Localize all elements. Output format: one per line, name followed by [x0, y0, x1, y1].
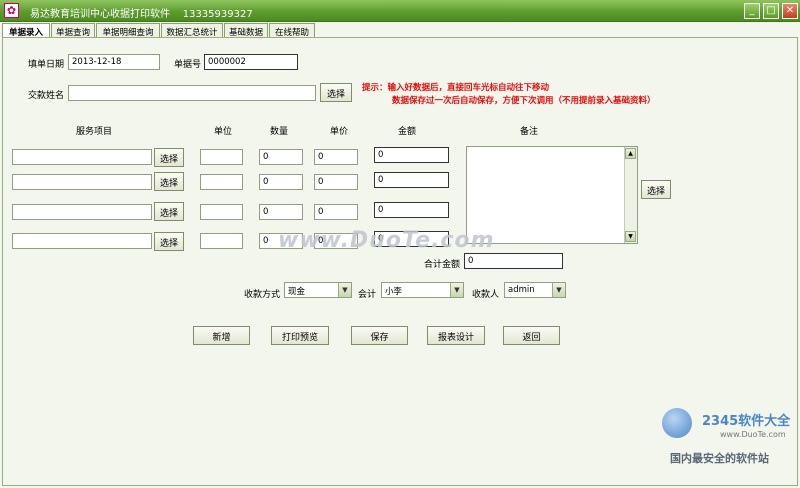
- payer-input[interactable]: [68, 85, 316, 101]
- logo-sub-text: www.DuoTe.com: [720, 430, 786, 439]
- maximize-button[interactable]: □: [763, 3, 779, 19]
- row3-amount-input[interactable]: 0: [374, 202, 449, 218]
- back-button[interactable]: 返回: [503, 326, 560, 345]
- row3-select-button[interactable]: 选择: [154, 202, 184, 221]
- print-preview-button[interactable]: 打印预览: [271, 326, 329, 345]
- payment-method-label: 收款方式: [244, 290, 281, 300]
- row2-amount-input[interactable]: 0: [374, 172, 449, 188]
- site-logo: 2345软件大全 www.DuoTe.com 国内最安全的软件站: [658, 404, 798, 465]
- minimize-button[interactable]: _: [744, 3, 760, 19]
- title-bar: ✿ 易达教育培训中心收据打印软件 13335939327 _ □ ✕: [0, 0, 800, 22]
- header-price: 单价: [330, 127, 349, 137]
- row1-service-input[interactable]: [12, 149, 152, 165]
- accountant-select[interactable]: 小李 ▼: [381, 282, 464, 298]
- logo-main-text: 2345软件大全: [702, 414, 791, 429]
- row2-quantity-input[interactable]: 0: [259, 174, 303, 190]
- accountant-label: 会计: [358, 290, 377, 300]
- new-button[interactable]: 新增: [193, 326, 250, 345]
- accountant-value: 小李: [385, 287, 403, 297]
- row1-unit-input[interactable]: [200, 149, 243, 165]
- chevron-down-icon[interactable]: ▼: [552, 283, 565, 297]
- row4-select-button[interactable]: 选择: [154, 232, 184, 251]
- row1-quantity-input[interactable]: 0: [259, 149, 303, 165]
- tab-receipt-query[interactable]: 单据查询: [51, 23, 95, 38]
- header-note: 备注: [520, 127, 539, 137]
- logo-slogan-text: 国内最安全的软件站: [670, 452, 769, 465]
- row2-unit-input[interactable]: [200, 174, 243, 190]
- row4-unit-input[interactable]: [200, 233, 243, 249]
- scroll-down-icon[interactable]: ▼: [625, 231, 636, 242]
- row1-price-input[interactable]: 0: [314, 149, 358, 165]
- date-label: 填单日期: [28, 60, 65, 70]
- hint-line-1: 提示：输入好数据后，直接回车光标自动往下移动: [362, 83, 550, 93]
- row3-quantity-input[interactable]: 0: [259, 204, 303, 220]
- payment-method-select[interactable]: 现金 ▼: [284, 282, 352, 298]
- payer-select-button[interactable]: 选择: [320, 83, 352, 102]
- payer-label: 交款姓名: [28, 91, 65, 101]
- receipt-no-input[interactable]: 0000002: [204, 54, 298, 70]
- row2-price-input[interactable]: 0: [314, 174, 358, 190]
- window-title: 易达教育培训中心收据打印软件 13335939327: [30, 9, 253, 20]
- row1-select-button[interactable]: 选择: [154, 148, 184, 167]
- hint-line-2: 数据保存过一次后自动保存，方便下次调用（不用提前录入基础资料）: [392, 96, 656, 106]
- row3-unit-input[interactable]: [200, 204, 243, 220]
- total-label: 合计金额: [424, 260, 461, 270]
- row3-price-input[interactable]: 0: [314, 204, 358, 220]
- header-quantity: 数量: [270, 127, 289, 137]
- total-input[interactable]: 0: [464, 253, 563, 269]
- tab-detail-query[interactable]: 单据明细查询: [96, 23, 160, 38]
- row3-service-input[interactable]: [12, 204, 152, 220]
- payment-method-value: 现金: [288, 287, 306, 297]
- date-input[interactable]: 2013-12-18: [68, 54, 160, 70]
- row4-service-input[interactable]: [12, 233, 152, 249]
- payee-label: 收款人: [472, 290, 500, 300]
- close-button[interactable]: ✕: [782, 3, 798, 19]
- scroll-up-icon[interactable]: ▲: [625, 148, 636, 159]
- payee-select[interactable]: admin ▼: [504, 282, 566, 298]
- tab-summary-stats[interactable]: 数据汇总统计: [161, 23, 223, 38]
- header-unit: 单位: [214, 127, 233, 137]
- header-service: 服务项目: [76, 127, 113, 137]
- save-button[interactable]: 保存: [351, 326, 408, 345]
- payee-value: admin: [508, 285, 535, 295]
- chevron-down-icon[interactable]: ▼: [450, 283, 463, 297]
- note-select-button[interactable]: 选择: [641, 180, 671, 199]
- site-watermark: www.DuoTe.com: [278, 228, 495, 253]
- row2-service-input[interactable]: [12, 174, 152, 190]
- note-scroll-track[interactable]: ▲ ▼: [624, 147, 637, 243]
- row2-select-button[interactable]: 选择: [154, 172, 184, 191]
- note-scrollbar[interactable]: ▲ ▼: [624, 146, 638, 244]
- report-design-button[interactable]: 报表设计: [427, 326, 485, 345]
- chevron-down-icon[interactable]: ▼: [338, 283, 351, 297]
- receipt-no-label: 单据号: [174, 60, 202, 70]
- header-amount: 金额: [398, 127, 417, 137]
- mascot-icon: [662, 408, 692, 438]
- tab-base-data[interactable]: 基础数据: [224, 23, 268, 38]
- tab-online-help[interactable]: 在线帮助: [269, 23, 315, 38]
- app-icon[interactable]: ✿: [4, 3, 19, 18]
- row1-amount-input[interactable]: 0: [374, 147, 449, 163]
